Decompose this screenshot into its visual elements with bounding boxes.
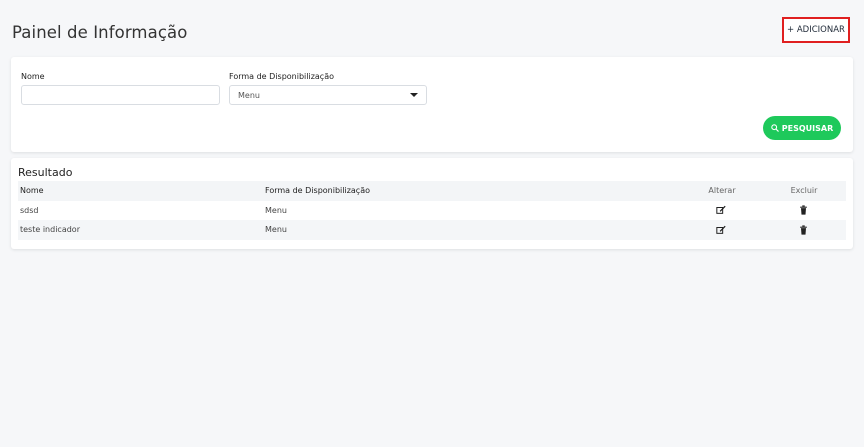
forma-select-value: Menu [238,90,260,100]
add-button[interactable]: + ADICIONAR [782,17,850,43]
edit-icon[interactable] [706,225,736,235]
nome-label: Nome [21,72,45,81]
search-button-label: PESQUISAR [781,123,834,133]
page: Painel de Informação + ADICIONAR Nome Fo… [0,0,864,447]
cell-nome: teste indicador [20,225,80,235]
chevron-down-icon [410,93,418,97]
trash-icon[interactable] [788,205,818,215]
forma-label: Forma de Disponibilização [229,72,334,81]
table-row: sdsd Menu [18,201,846,221]
search-button[interactable]: PESQUISAR [763,116,841,140]
cell-nome: sdsd [20,205,39,215]
col-header-excluir: Excluir [790,186,818,196]
results-table: Nome Forma de Disponibilização Alterar E… [18,181,846,240]
edit-icon[interactable] [706,205,736,215]
cell-forma: Menu [265,205,287,215]
col-header-forma: Forma de Disponibilização [265,186,370,196]
col-header-nome: Nome [20,186,44,196]
cell-forma: Menu [265,225,287,235]
forma-select[interactable]: Menu [229,85,427,105]
nome-input[interactable] [21,85,220,105]
trash-icon[interactable] [788,225,818,235]
table-row: teste indicador Menu [18,220,846,240]
page-title: Painel de Informação [12,23,188,42]
table-header: Nome Forma de Disponibilização Alterar E… [18,181,846,201]
results-title: Resultado [18,166,73,179]
search-icon [771,124,779,132]
col-header-alterar: Alterar [708,186,736,196]
